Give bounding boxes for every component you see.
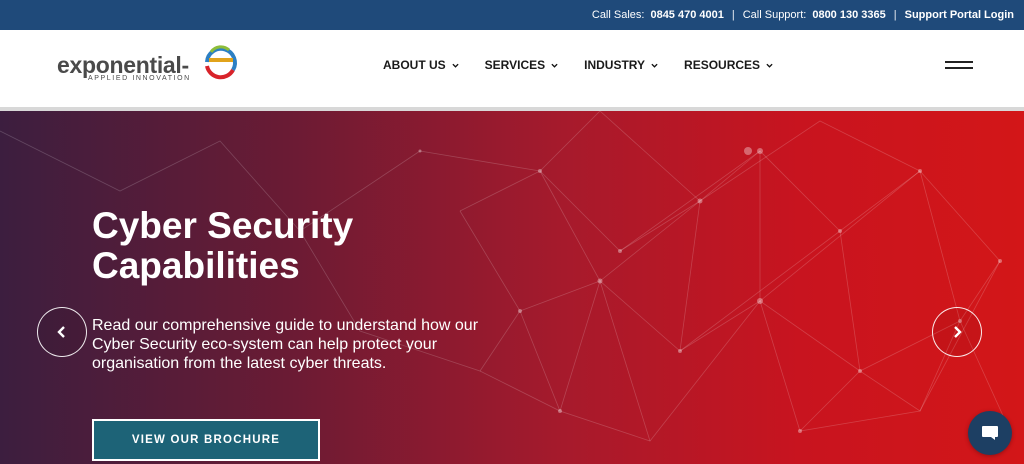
carousel-next-button[interactable] — [932, 307, 982, 357]
site-logo[interactable]: exponential- APPLIED INNOVATION — [57, 40, 247, 86]
hero-banner: Cyber Security Capabilities Read our com… — [0, 111, 1024, 464]
sales-phone-link[interactable]: 0845 470 4001 — [650, 9, 723, 21]
chevron-down-icon — [551, 63, 558, 68]
chevron-down-icon — [651, 63, 658, 68]
nav-label: RESOURCES — [684, 58, 761, 72]
nav-resources[interactable]: RESOURCES — [684, 58, 773, 72]
nav-label: ABOUT US — [383, 58, 446, 72]
hero-description: Read our comprehensive guide to understa… — [92, 317, 479, 372]
nav-label: SERVICES — [484, 58, 546, 72]
main-nav: ABOUT US SERVICES INDUSTRY RESOURCES — [383, 58, 773, 72]
support-label: Call Support: — [742, 9, 807, 21]
utility-bar: Call Sales: 0845 470 4001 | Call Support… — [0, 0, 1024, 30]
nav-industry[interactable]: INDUSTRY — [584, 58, 658, 72]
nav-services[interactable]: SERVICES — [485, 58, 558, 72]
nav-label: INDUSTRY — [584, 58, 646, 72]
view-brochure-button[interactable]: VIEW OUR BROCHURE — [92, 419, 320, 461]
chevron-left-icon — [57, 326, 65, 338]
hamburger-menu-icon[interactable] — [945, 61, 973, 71]
chat-launcher-button[interactable] — [968, 411, 1012, 455]
sales-label: Call Sales: — [591, 9, 645, 21]
carousel-prev-button[interactable] — [37, 307, 87, 357]
network-background — [0, 111, 1011, 442]
logo-tagline: APPLIED INNOVATION — [88, 75, 191, 82]
chat-bubble-icon — [982, 426, 998, 440]
divider: | — [731, 9, 735, 21]
hero-title: Cyber Security Capabilities — [92, 205, 354, 286]
support-phone-link[interactable]: 0800 130 3365 — [812, 9, 885, 21]
chevron-right-icon — [954, 326, 962, 338]
divider: | — [893, 9, 897, 21]
nav-about-us[interactable]: ABOUT US — [383, 58, 459, 72]
support-portal-login-link[interactable]: Support Portal Login — [905, 9, 1014, 21]
e-swirl-logo-icon — [205, 45, 237, 80]
chevron-down-icon — [452, 63, 459, 68]
chevron-down-icon — [766, 63, 773, 68]
contact-info: Call Sales: 0845 470 4001 | Call Support… — [592, 0, 1014, 30]
